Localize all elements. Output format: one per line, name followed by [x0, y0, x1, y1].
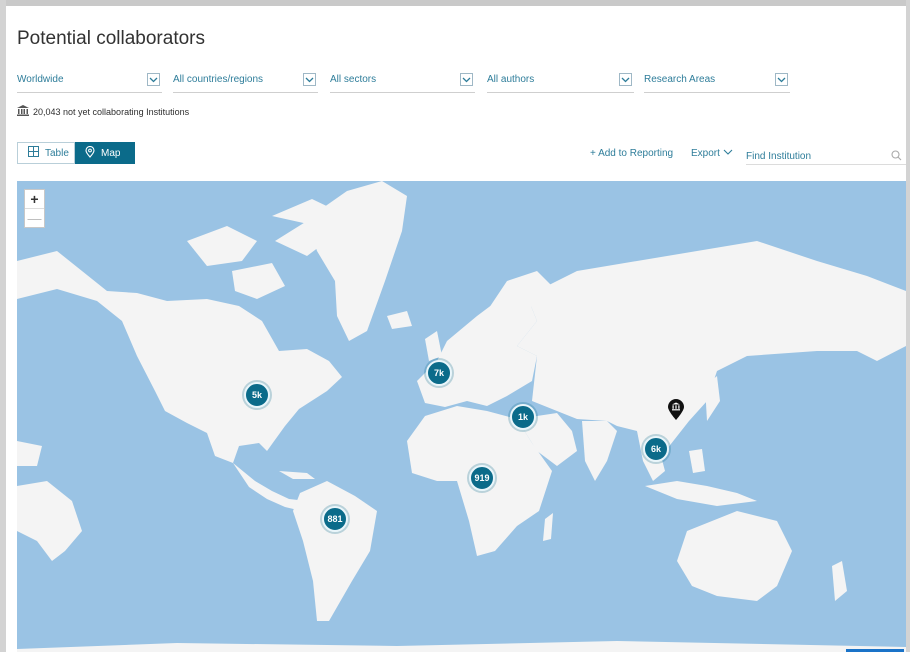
filter-sectors[interactable]: All sectors: [330, 70, 475, 93]
window-frame-left: [0, 0, 6, 652]
filter-label: Worldwide: [17, 74, 64, 85]
map-cluster-marker[interactable]: 881: [322, 506, 348, 532]
chevron-down-icon[interactable]: [303, 73, 316, 86]
add-to-reporting-button[interactable]: + Add to Reporting: [590, 148, 673, 159]
map-view-label: Map: [101, 147, 121, 159]
chevron-down-icon[interactable]: [147, 73, 160, 86]
zoom-out-button[interactable]: —: [25, 208, 44, 227]
map-cluster-marker[interactable]: 919: [469, 465, 495, 491]
filter-label: Research Areas: [644, 74, 716, 85]
map-cluster-marker[interactable]: 5k: [244, 382, 270, 408]
chevron-down-icon[interactable]: [775, 73, 788, 86]
institution-count-text: 20,043 not yet collaborating Institution…: [33, 106, 190, 117]
map-cluster-marker[interactable]: 6k: [643, 436, 669, 462]
chevron-down-icon: [723, 148, 733, 159]
map-view-button[interactable]: Map: [75, 142, 135, 164]
filter-countries[interactable]: All countries/regions: [173, 70, 318, 93]
map-cluster-marker[interactable]: 1k: [510, 404, 536, 430]
filter-label: All sectors: [330, 74, 377, 85]
location-pin-icon: [85, 145, 95, 161]
filter-region-scope[interactable]: Worldwide: [17, 70, 162, 93]
filter-label: All countries/regions: [173, 74, 264, 85]
find-institution-field: [746, 146, 906, 165]
table-view-button[interactable]: Table: [17, 142, 75, 164]
export-label: Export: [691, 148, 720, 159]
world-map-landmass: [17, 181, 906, 652]
institution-icon: [17, 105, 29, 118]
world-map[interactable]: + — 5k 7k 1k 6k 919 881: [17, 181, 906, 652]
page-title: Potential collaborators: [17, 28, 205, 49]
grid-icon: [28, 146, 39, 160]
chevron-down-icon[interactable]: [619, 73, 632, 86]
window-frame-top: [0, 0, 910, 6]
chevron-down-icon[interactable]: [460, 73, 473, 86]
window-frame-right: [906, 0, 910, 652]
zoom-in-button[interactable]: +: [25, 190, 44, 208]
filter-research-areas[interactable]: Research Areas: [644, 70, 790, 93]
my-institution-pin-icon[interactable]: [667, 399, 685, 426]
map-cluster-marker[interactable]: 7k: [426, 360, 452, 386]
search-icon[interactable]: [891, 148, 902, 166]
filter-authors[interactable]: All authors: [487, 70, 634, 93]
table-view-label: Table: [45, 147, 69, 159]
find-institution-input[interactable]: [746, 149, 881, 164]
zoom-controls: + —: [24, 189, 45, 228]
institution-summary: 20,043 not yet collaborating Institution…: [17, 105, 189, 118]
view-toggle: Table Map: [17, 142, 135, 164]
filter-label: All authors: [487, 74, 535, 85]
export-button[interactable]: Export: [691, 148, 733, 159]
